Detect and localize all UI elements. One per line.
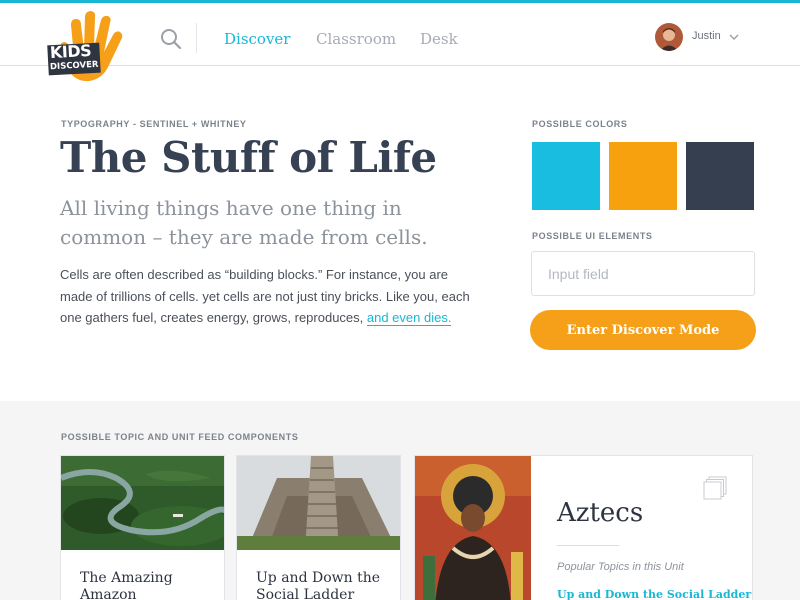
topic-card-title: Up and Down the Social Ladder <box>256 570 381 600</box>
search-button[interactable] <box>160 28 182 50</box>
logo-text-kids: KIDS <box>49 40 92 63</box>
avatar <box>655 23 683 51</box>
color-swatch-orange <box>609 142 677 210</box>
stack-icon <box>703 476 727 500</box>
color-swatch-navy <box>686 142 754 210</box>
chevron-down-icon <box>729 34 739 40</box>
page-subtitle: All living things have one thing in comm… <box>60 196 428 249</box>
user-name: Justin <box>692 30 721 42</box>
ui-elements-eyebrow: POSSIBLE UI ELEMENTS <box>532 231 653 241</box>
pyramid-image <box>237 456 400 550</box>
amazon-river-image <box>61 456 224 550</box>
typography-eyebrow: TYPOGRAPHY - SENTINEL + WHITNEY <box>61 119 247 129</box>
unit-divider <box>557 545 619 546</box>
unit-topic-link[interactable]: Up and Down the Social Ladder <box>557 588 751 600</box>
kids-discover-logo[interactable]: KIDS DISCOVER <box>47 11 129 83</box>
feed-eyebrow: POSSIBLE TOPIC AND UNIT FEED COMPONENTS <box>61 432 299 442</box>
search-icon <box>161 29 182 50</box>
topic-card-social-ladder[interactable]: Up and Down the Social Ladder <box>236 455 401 600</box>
aztec-illustration-image <box>415 456 531 600</box>
topic-card-amazon[interactable]: The Amazing Amazon <box>60 455 225 600</box>
site-header: KIDS DISCOVER Discover Classroom Desk Ju… <box>0 3 800 82</box>
unit-card-aztecs[interactable]: Aztecs Popular Topics in this Unit Up an… <box>414 455 753 600</box>
body-paragraph: Cells are often described as “building b… <box>60 264 470 329</box>
page-title: The Stuff of Life <box>60 133 437 182</box>
nav-desk[interactable]: Desk <box>420 30 458 48</box>
enter-discover-mode-button[interactable]: Enter Discover Mode <box>530 310 756 350</box>
nav-discover[interactable]: Discover <box>224 30 290 48</box>
unit-title: Aztecs <box>557 498 644 528</box>
body-link[interactable]: and even dies. <box>366 310 452 326</box>
topic-card-title: The Amazing Amazon <box>80 570 173 600</box>
colors-eyebrow: POSSIBLE COLORS <box>532 119 628 129</box>
sample-input-field[interactable] <box>531 251 755 296</box>
color-swatch-cyan <box>532 142 600 210</box>
nav-classroom[interactable]: Classroom <box>316 30 396 48</box>
unit-subtitle: Popular Topics in this Unit <box>557 561 684 573</box>
nav-divider <box>196 23 197 53</box>
